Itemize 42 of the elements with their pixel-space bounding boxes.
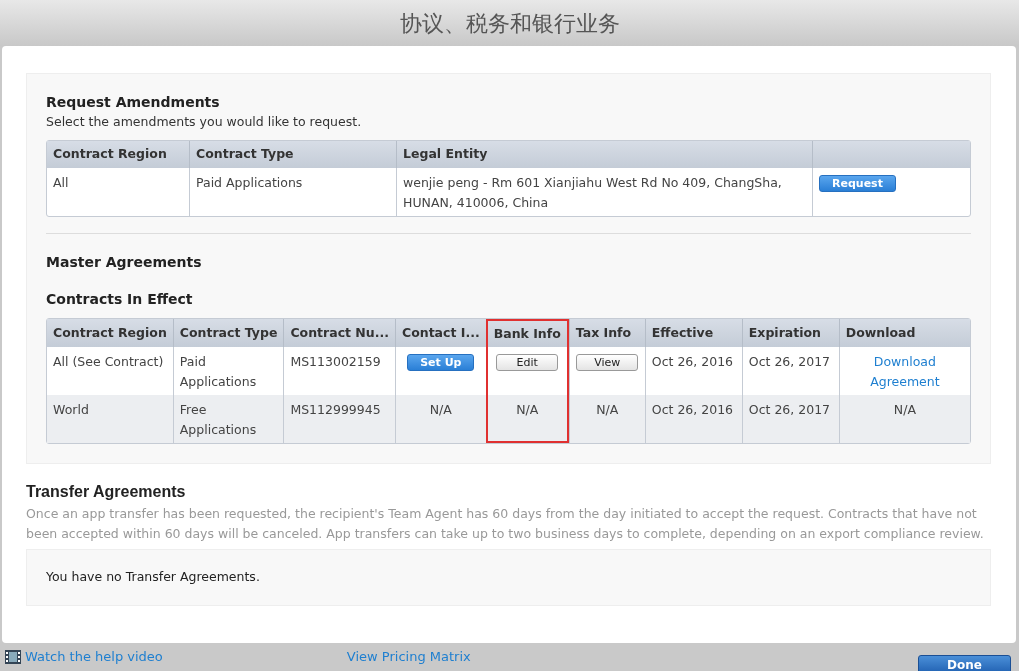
edit-button[interactable]: Edit bbox=[496, 354, 559, 372]
column-header: Tax Info bbox=[568, 318, 645, 348]
view-button[interactable]: View bbox=[576, 354, 639, 372]
section-heading: Transfer Agreements bbox=[26, 482, 187, 503]
table-cell: MS112999945 bbox=[283, 395, 395, 444]
pricing-link[interactable]: View Pricing Matrix bbox=[346, 647, 471, 667]
table-cell-text: All (See Contract) bbox=[52, 353, 165, 372]
section-heading: Master Agreements bbox=[46, 252, 203, 272]
done-button[interactable]: Done bbox=[918, 655, 1011, 671]
setup-button[interactable]: Set Up bbox=[407, 354, 475, 372]
help-video-link[interactable]: Watch the help video bbox=[25, 647, 163, 667]
section-subtitle: Select the amendments you would like to request. bbox=[46, 113, 363, 131]
table-cell: N/A bbox=[838, 395, 970, 444]
window-title: 协议、税务和银行业务 bbox=[399, 9, 620, 38]
table-cell: Oct 26, 2016 bbox=[644, 395, 742, 444]
column-header: Contact I... bbox=[394, 318, 486, 348]
table-cell: Free Applications bbox=[172, 395, 284, 444]
column-header: Contract Type bbox=[172, 318, 284, 348]
table-cell: World bbox=[47, 395, 173, 444]
column-header: Contract Region bbox=[47, 318, 173, 348]
table-cell: Paid Applications bbox=[189, 167, 396, 216]
table-cell: N/A bbox=[568, 395, 645, 444]
column-header: Expiration bbox=[741, 318, 839, 348]
section-heading: Contracts In Effect bbox=[46, 289, 194, 309]
column-header: Contract Type bbox=[189, 140, 396, 168]
table-cell: N/A bbox=[394, 395, 486, 444]
column-header: Download bbox=[838, 318, 970, 348]
film-icon bbox=[5, 650, 21, 664]
column-header: Contract Nu... bbox=[283, 318, 395, 348]
column-header: Legal Entity bbox=[396, 140, 812, 168]
table-cell: Oct 26, 2017 bbox=[741, 395, 839, 444]
section-heading: Request Amendments bbox=[46, 93, 221, 112]
column-header: Bank Info bbox=[485, 318, 569, 348]
request-button[interactable]: Request bbox=[819, 174, 896, 192]
transfer-note: Once an app transfer has been requested, the recipient's Team Agent has 60 days from the day initiated to accept the request. Contracts that have not been accepted within 60 days will be canceled. App transfers can take up to two business days to complete, depending on an export compliance review. bbox=[26, 505, 985, 544]
table-cell: wenjie peng - Rm 601 Xianjiahu West Rd No 409, ChangSha, HUNAN, 410006, China bbox=[396, 167, 812, 216]
download-link[interactable]: Download Agreement bbox=[845, 352, 964, 393]
table-cell: N/A bbox=[485, 395, 569, 444]
column-header: Contract Region bbox=[47, 140, 189, 168]
empty-message: You have no Transfer Agreements. bbox=[26, 549, 991, 606]
column-header: Effective bbox=[644, 318, 742, 348]
table-cell-text: All bbox=[52, 173, 70, 192]
